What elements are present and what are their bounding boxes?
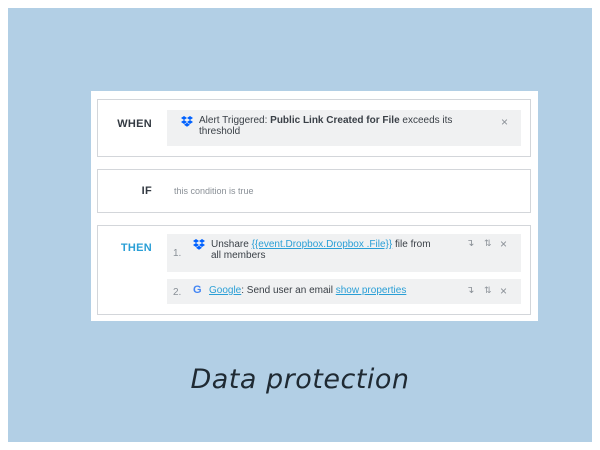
then-label: THEN: [120, 242, 152, 254]
trigger-suffix-line2: threshold: [199, 126, 241, 137]
show-properties-link[interactable]: show properties: [336, 285, 407, 296]
when-label: WHEN: [117, 118, 152, 130]
google-icon: G: [193, 284, 202, 296]
remove-action-button[interactable]: ×: [500, 237, 507, 251]
if-section: IF this condition is true: [97, 169, 531, 213]
reorder-icon[interactable]: ⇅: [484, 285, 492, 296]
then-section: THEN 1. Unshare {{event.Dropbox.Dropbox …: [97, 225, 531, 315]
insert-below-icon[interactable]: ↴: [466, 285, 474, 296]
caption-title: Data protection: [190, 364, 410, 395]
file-variable-link[interactable]: {{event.Dropbox.Dropbox .File}}: [252, 239, 393, 250]
action-number: 1.: [173, 248, 182, 259]
reorder-icon[interactable]: ⇅: [484, 238, 492, 249]
action-text: Unshare {{event.Dropbox.Dropbox .File}} …: [211, 239, 451, 261]
condition-placeholder[interactable]: this condition is true: [174, 186, 254, 196]
dropbox-icon: [193, 239, 205, 250]
google-service-link[interactable]: Google: [209, 285, 241, 296]
action-row[interactable]: 2. G Google: Send user an email show pro…: [167, 279, 521, 304]
trigger-suffix: exceeds its: [399, 115, 453, 126]
remove-action-button[interactable]: ×: [500, 284, 507, 298]
trigger-alert-name: Public Link Created for File: [270, 115, 400, 126]
if-label: IF: [141, 185, 152, 197]
background-panel: WHEN Alert Triggered: Public Link Create…: [8, 8, 592, 442]
trigger-text: Alert Triggered: Public Link Created for…: [199, 115, 509, 137]
remove-trigger-button[interactable]: ×: [501, 115, 508, 129]
trigger-prefix: Alert Triggered:: [199, 115, 271, 126]
rule-editor-card: WHEN Alert Triggered: Public Link Create…: [91, 91, 538, 321]
action-prefix: Unshare: [211, 239, 252, 250]
action-suffix-line2: all members: [211, 250, 266, 261]
action-description: : Send user an email: [241, 285, 336, 296]
trigger-row[interactable]: Alert Triggered: Public Link Created for…: [167, 110, 521, 146]
when-section: WHEN Alert Triggered: Public Link Create…: [97, 99, 531, 157]
dropbox-icon: [181, 116, 193, 127]
action-suffix: file from: [392, 239, 431, 250]
action-text: Google: Send user an email show properti…: [209, 285, 469, 296]
action-row[interactable]: 1. Unshare {{event.Dropbox.Dropbox .File…: [167, 234, 521, 272]
action-number: 2.: [173, 287, 182, 298]
insert-below-icon[interactable]: ↴: [466, 238, 474, 249]
